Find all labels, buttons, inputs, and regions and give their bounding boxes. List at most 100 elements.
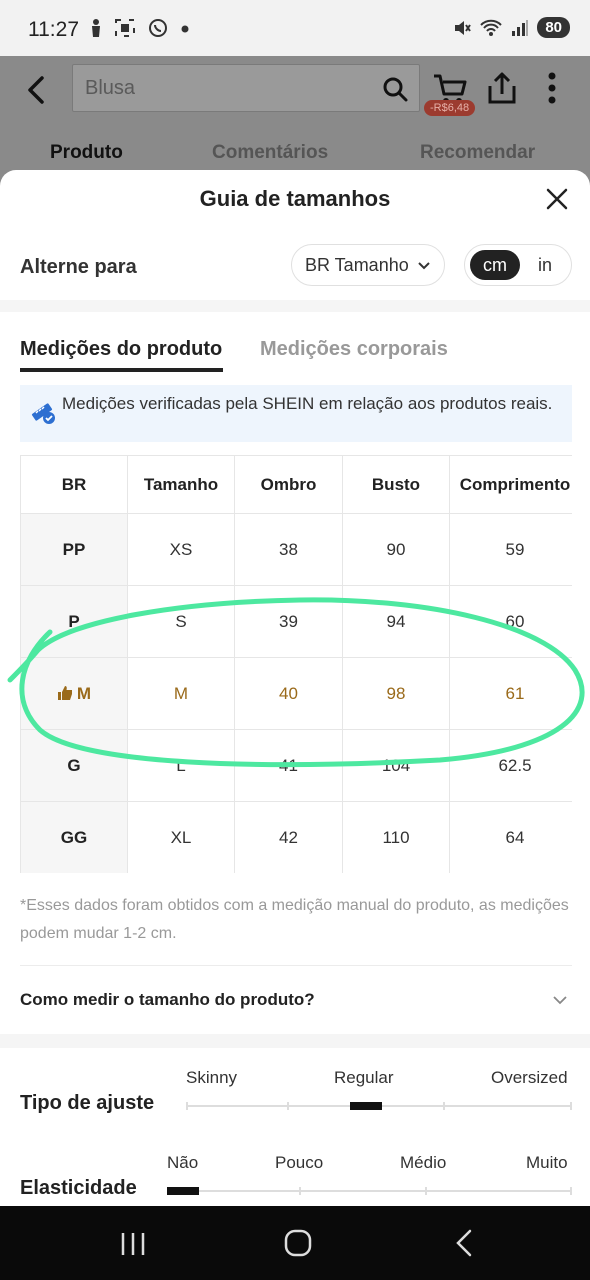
unit-cm-button[interactable]: cm	[470, 250, 520, 280]
table-row-recommended: M M 40 98 61	[20, 657, 572, 730]
tab-body-measurements[interactable]: Medições corporais	[260, 338, 448, 361]
measurement-footnote: *Esses dados foram obtidos com a medição…	[20, 897, 569, 942]
table-header-row: BR Tamanho Ombro Busto Comprimento	[20, 455, 572, 514]
section-divider	[0, 300, 590, 312]
cell-br: G	[20, 729, 128, 802]
elasticity-scale-tick	[425, 1187, 427, 1195]
fit-selected-marker	[350, 1102, 382, 1110]
cell-shoulder: 38	[234, 513, 343, 586]
status-bar: 11:27 80	[0, 0, 590, 56]
cell-bust: 94	[342, 585, 450, 658]
ruler-check-icon	[31, 403, 55, 424]
battery-level: 80	[545, 19, 562, 36]
back-icon[interactable]	[452, 1228, 476, 1258]
cell-br-text: M	[76, 683, 92, 703]
section-divider	[0, 1034, 590, 1048]
cart-badge: -R$6,48	[424, 100, 476, 116]
fit-scale-tick	[186, 1102, 188, 1110]
tab-produto[interactable]: Produto	[50, 142, 123, 164]
cell-bust: 90	[342, 513, 450, 586]
tab-recomendar[interactable]: Recomendar	[420, 142, 535, 164]
sheet-title: Guia de tamanhos	[199, 186, 391, 211]
elasticity-option-pouco: Pouco	[275, 1153, 324, 1172]
cell-length: 60	[449, 585, 572, 658]
cell-shoulder: 40	[234, 657, 343, 730]
fit-scale-tick	[570, 1102, 572, 1110]
fit-type-row: Tipo de ajuste Skinny Regular Oversized	[0, 1060, 590, 1140]
table-row: PP XS 38 90 59	[20, 513, 572, 586]
size-system-dropdown[interactable]: BR Tamanho	[291, 244, 445, 286]
cell-size: L	[127, 729, 235, 802]
cell-bust: 104	[342, 729, 450, 802]
person-icon	[92, 19, 100, 37]
cell-length: 64	[449, 801, 572, 873]
mute-icon	[455, 20, 472, 35]
elasticity-option-medio: Médio	[400, 1153, 447, 1172]
cell-br: PP	[20, 513, 128, 586]
how-to-measure-label: Como medir o tamanho do produto?	[20, 990, 315, 1009]
switch-label: Alterne para	[20, 256, 137, 278]
elasticity-label: Elasticidade	[20, 1177, 137, 1199]
cell-bust: 98	[342, 657, 450, 730]
chevron-down-icon	[553, 996, 567, 1005]
elasticity-selected-marker	[167, 1187, 199, 1195]
fit-option-skinny: Skinny	[186, 1068, 238, 1087]
battery-icon: 80	[537, 17, 570, 38]
cell-bust: 110	[342, 801, 450, 873]
more-icon[interactable]	[544, 70, 560, 106]
thumbs-up-icon	[57, 685, 72, 700]
unit-switch-row: Alterne para BR Tamanho cm in	[0, 240, 590, 300]
tab-comentarios[interactable]: Comentários	[212, 142, 328, 164]
table-row: GG XL 42 110 64	[20, 801, 572, 873]
dot-icon	[181, 25, 189, 33]
cell-size: XS	[127, 513, 235, 586]
header-br: BR	[20, 455, 128, 514]
cell-br: GG	[20, 801, 128, 873]
search-input[interactable]: Blusa	[72, 64, 420, 112]
cell-length: 59	[449, 513, 572, 586]
elasticity-option-nao: Não	[167, 1153, 199, 1172]
measurement-tabs: Medições do produto Medições corporais	[0, 334, 590, 378]
screenshot-icon	[115, 19, 136, 37]
table-row: P S 39 94 60	[20, 585, 572, 658]
size-guide-sheet: Guia de tamanhos Alterne para BR Tamanho…	[0, 170, 590, 1206]
header-comprimento: Comprimento	[449, 455, 572, 514]
recent-apps-icon[interactable]	[118, 1230, 148, 1258]
search-text: Blusa	[85, 77, 136, 99]
fit-option-oversized: Oversized	[491, 1068, 568, 1087]
signal-icon	[512, 19, 529, 36]
fit-scale-tick	[443, 1102, 445, 1110]
cell-length: 62.5	[449, 729, 572, 802]
fit-type-label: Tipo de ajuste	[20, 1092, 155, 1114]
search-icon[interactable]	[381, 75, 409, 103]
cell-size: M	[127, 657, 235, 730]
cell-shoulder: 39	[234, 585, 343, 658]
cell-br-recommended: M	[20, 657, 128, 730]
whatsapp-icon	[149, 19, 168, 37]
cell-size: XL	[127, 801, 235, 873]
app-header-dimmed: Blusa -R$6,48 Produto Comentários Recome…	[0, 56, 590, 186]
elasticity-option-muito: Muito	[526, 1153, 568, 1172]
share-icon[interactable]	[486, 70, 518, 106]
size-system-value: BR Tamanho	[305, 255, 409, 275]
unit-in-button[interactable]: in	[525, 250, 565, 280]
cell-size: S	[127, 585, 235, 658]
verification-notice: Medições verificadas pela SHEIN em relaç…	[20, 385, 572, 442]
divider	[20, 965, 572, 966]
size-table: BR Tamanho Ombro Busto Comprimento PP XS…	[20, 455, 572, 873]
chevron-down-icon	[418, 262, 430, 270]
close-icon[interactable]	[546, 188, 568, 210]
back-arrow-icon[interactable]	[22, 72, 52, 108]
cell-length: 61	[449, 657, 572, 730]
fit-scale-tick	[287, 1102, 289, 1110]
tab-product-measurements[interactable]: Medições do produto	[20, 338, 222, 361]
home-icon[interactable]	[283, 1228, 313, 1258]
how-to-measure-row[interactable]: Como medir o tamanho do produto?	[0, 980, 590, 1024]
elasticity-scale-tick	[570, 1187, 572, 1195]
fit-option-regular: Regular	[334, 1068, 394, 1087]
notification-icons	[90, 18, 189, 39]
header-busto: Busto	[342, 455, 450, 514]
header-tamanho: Tamanho	[127, 455, 235, 514]
cell-shoulder: 41	[234, 729, 343, 802]
size-table-container[interactable]: BR Tamanho Ombro Busto Comprimento PP XS…	[20, 455, 572, 873]
